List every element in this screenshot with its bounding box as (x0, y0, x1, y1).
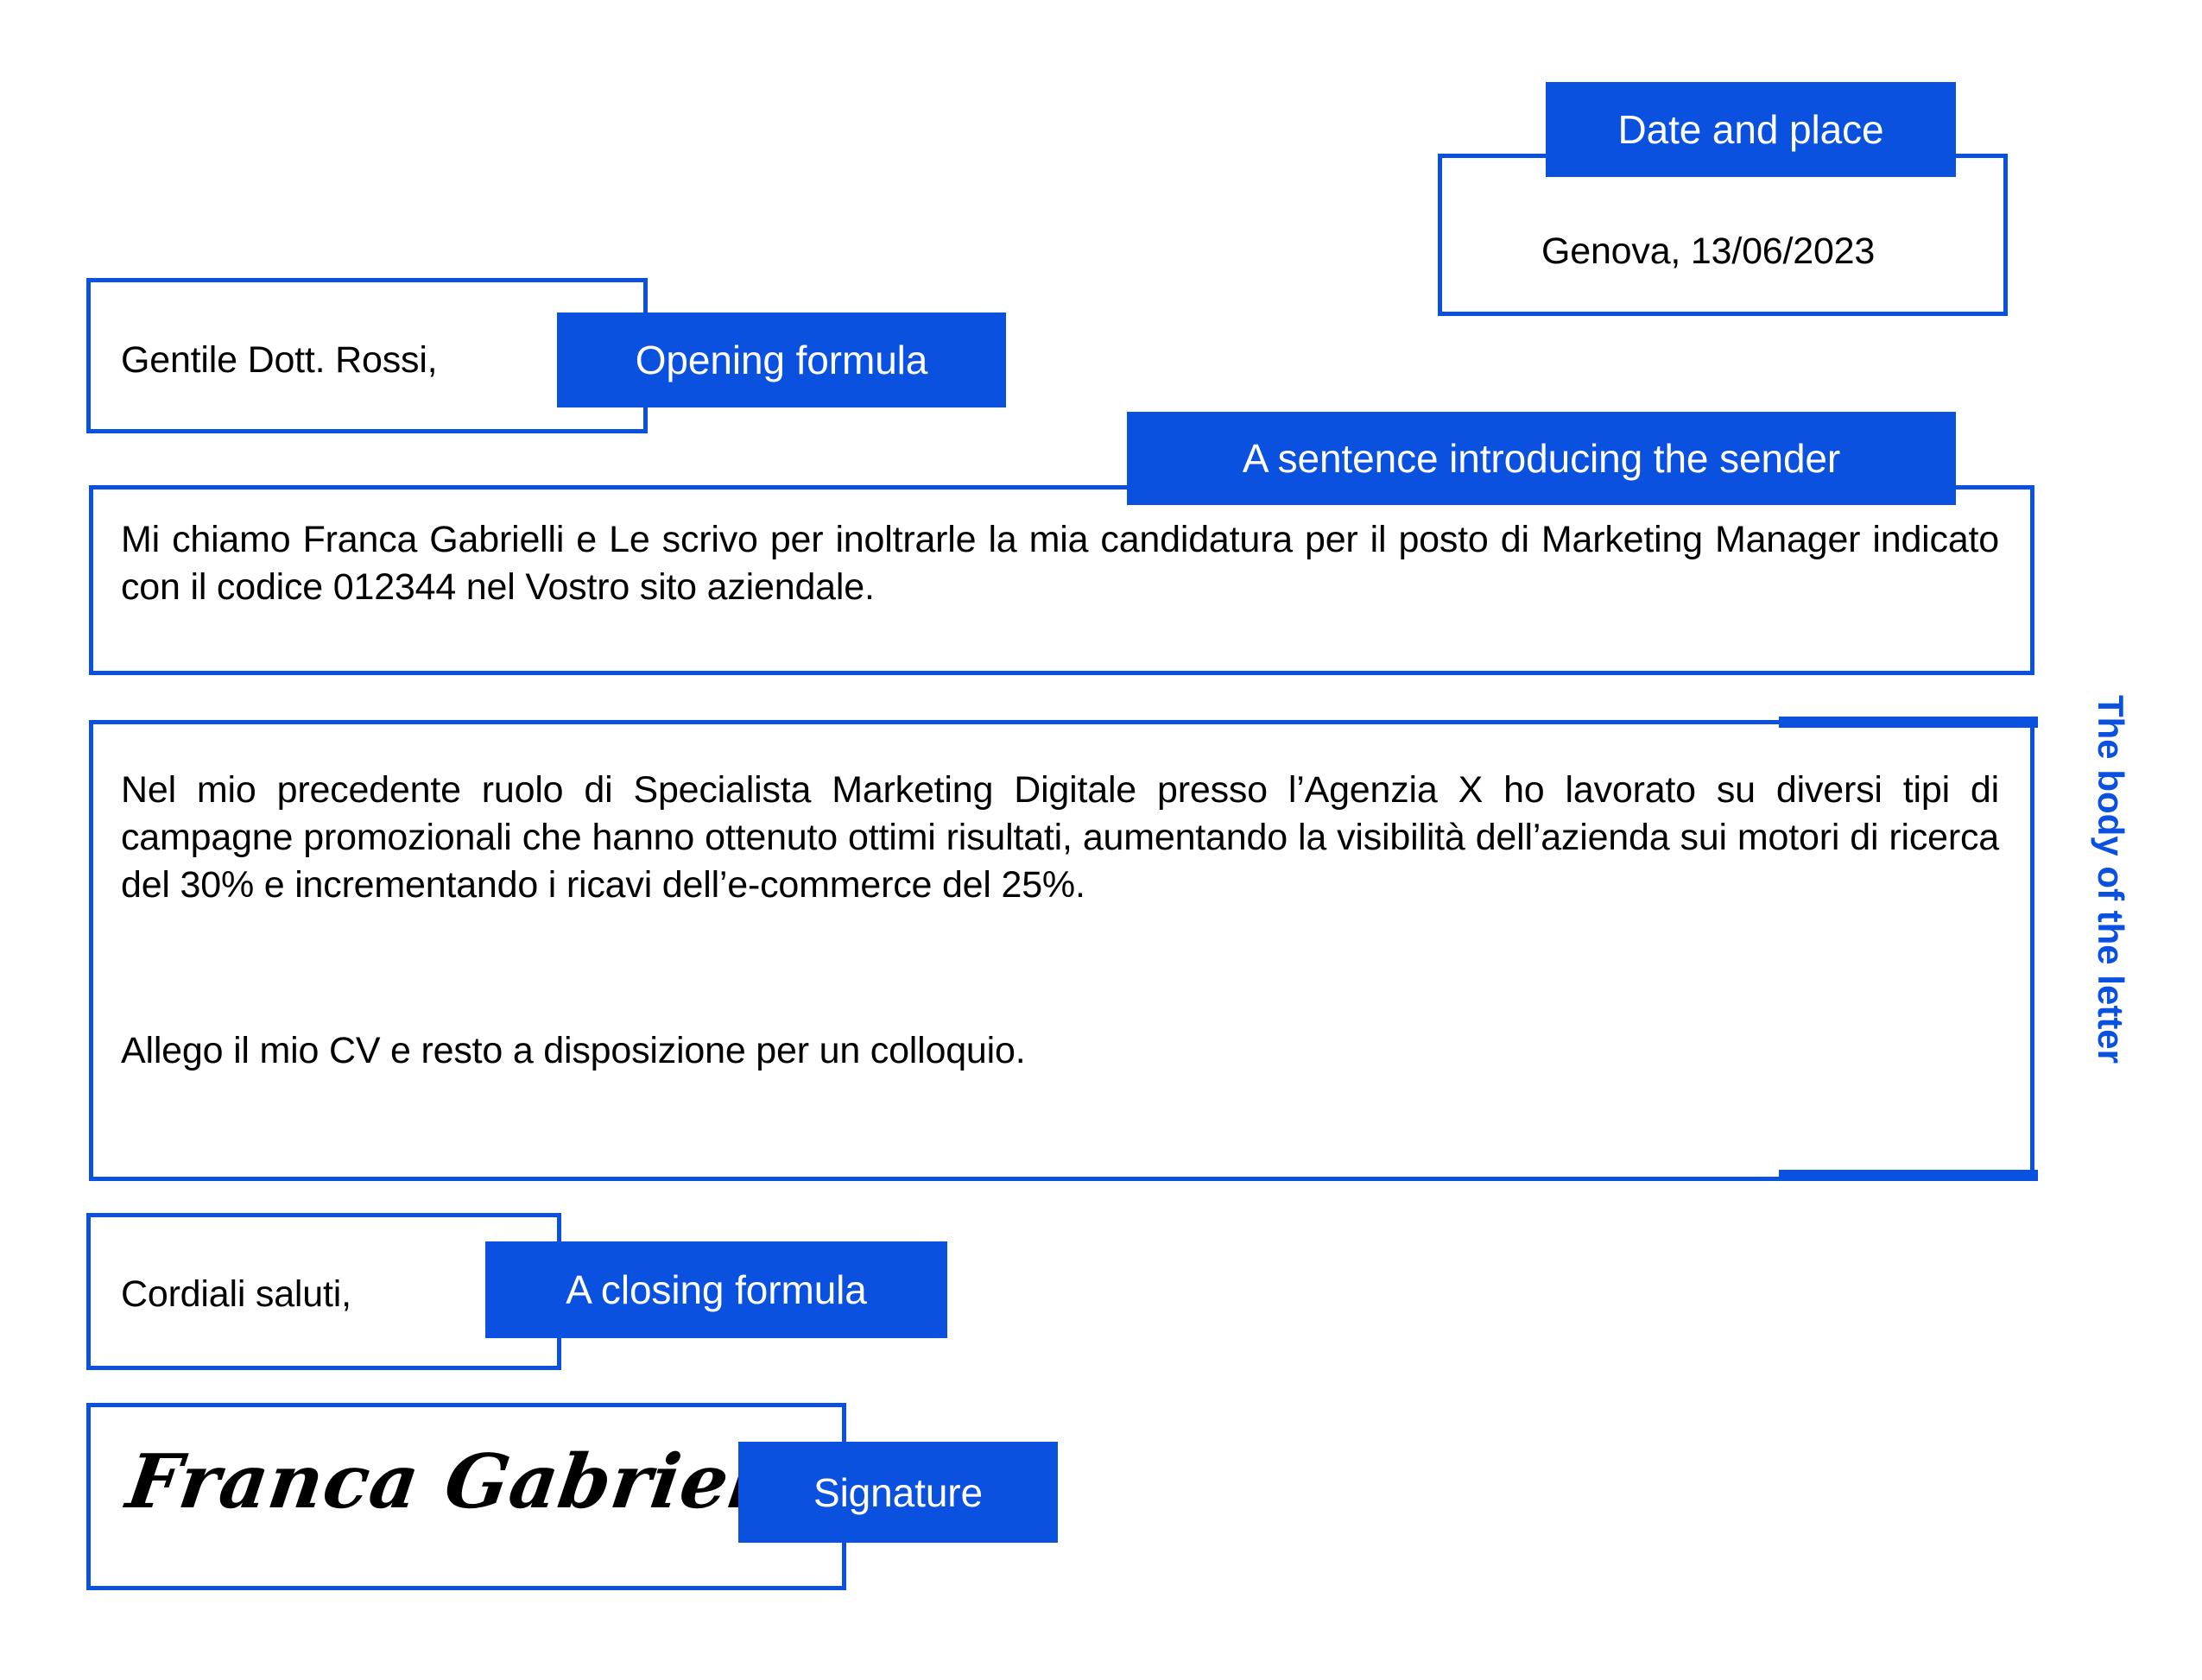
tag-sentence-introducing-the-sender: A sentence introducing the sender (1127, 412, 1956, 505)
salutation-value: Gentile Dott. Rossi, (121, 339, 438, 381)
letter-diagram-page: Genova, 13/06/2023 Date and place Gentil… (0, 0, 2202, 1680)
letter-body-paragraph-1: Nel mio precedente ruolo di Specialista … (121, 769, 1999, 906)
signature-value: Franca Gabrielli (121, 1438, 823, 1525)
tag-signature: Signature (738, 1442, 1058, 1543)
tag-opening-formula: Opening formula (557, 313, 1006, 407)
tag-date-and-place: Date and place (1546, 82, 1956, 177)
date-and-place-value: Genova, 13/06/2023 (1541, 231, 1876, 272)
body-bracket-top-segment (1779, 717, 2038, 728)
closing-formula-value: Cordiali saluti, (121, 1273, 351, 1315)
letter-body-paragraph-2: Allego il mio CV e resto a disposizione … (121, 1030, 1026, 1071)
body-bracket-bottom-segment (1779, 1170, 2038, 1181)
tag-body-of-the-letter: The body of the letter (2091, 695, 2131, 1064)
sender-intro-text: Mi chiamo Franca Gabrielli e Le scrivo p… (121, 519, 1999, 609)
tag-closing-formula: A closing formula (485, 1241, 947, 1338)
